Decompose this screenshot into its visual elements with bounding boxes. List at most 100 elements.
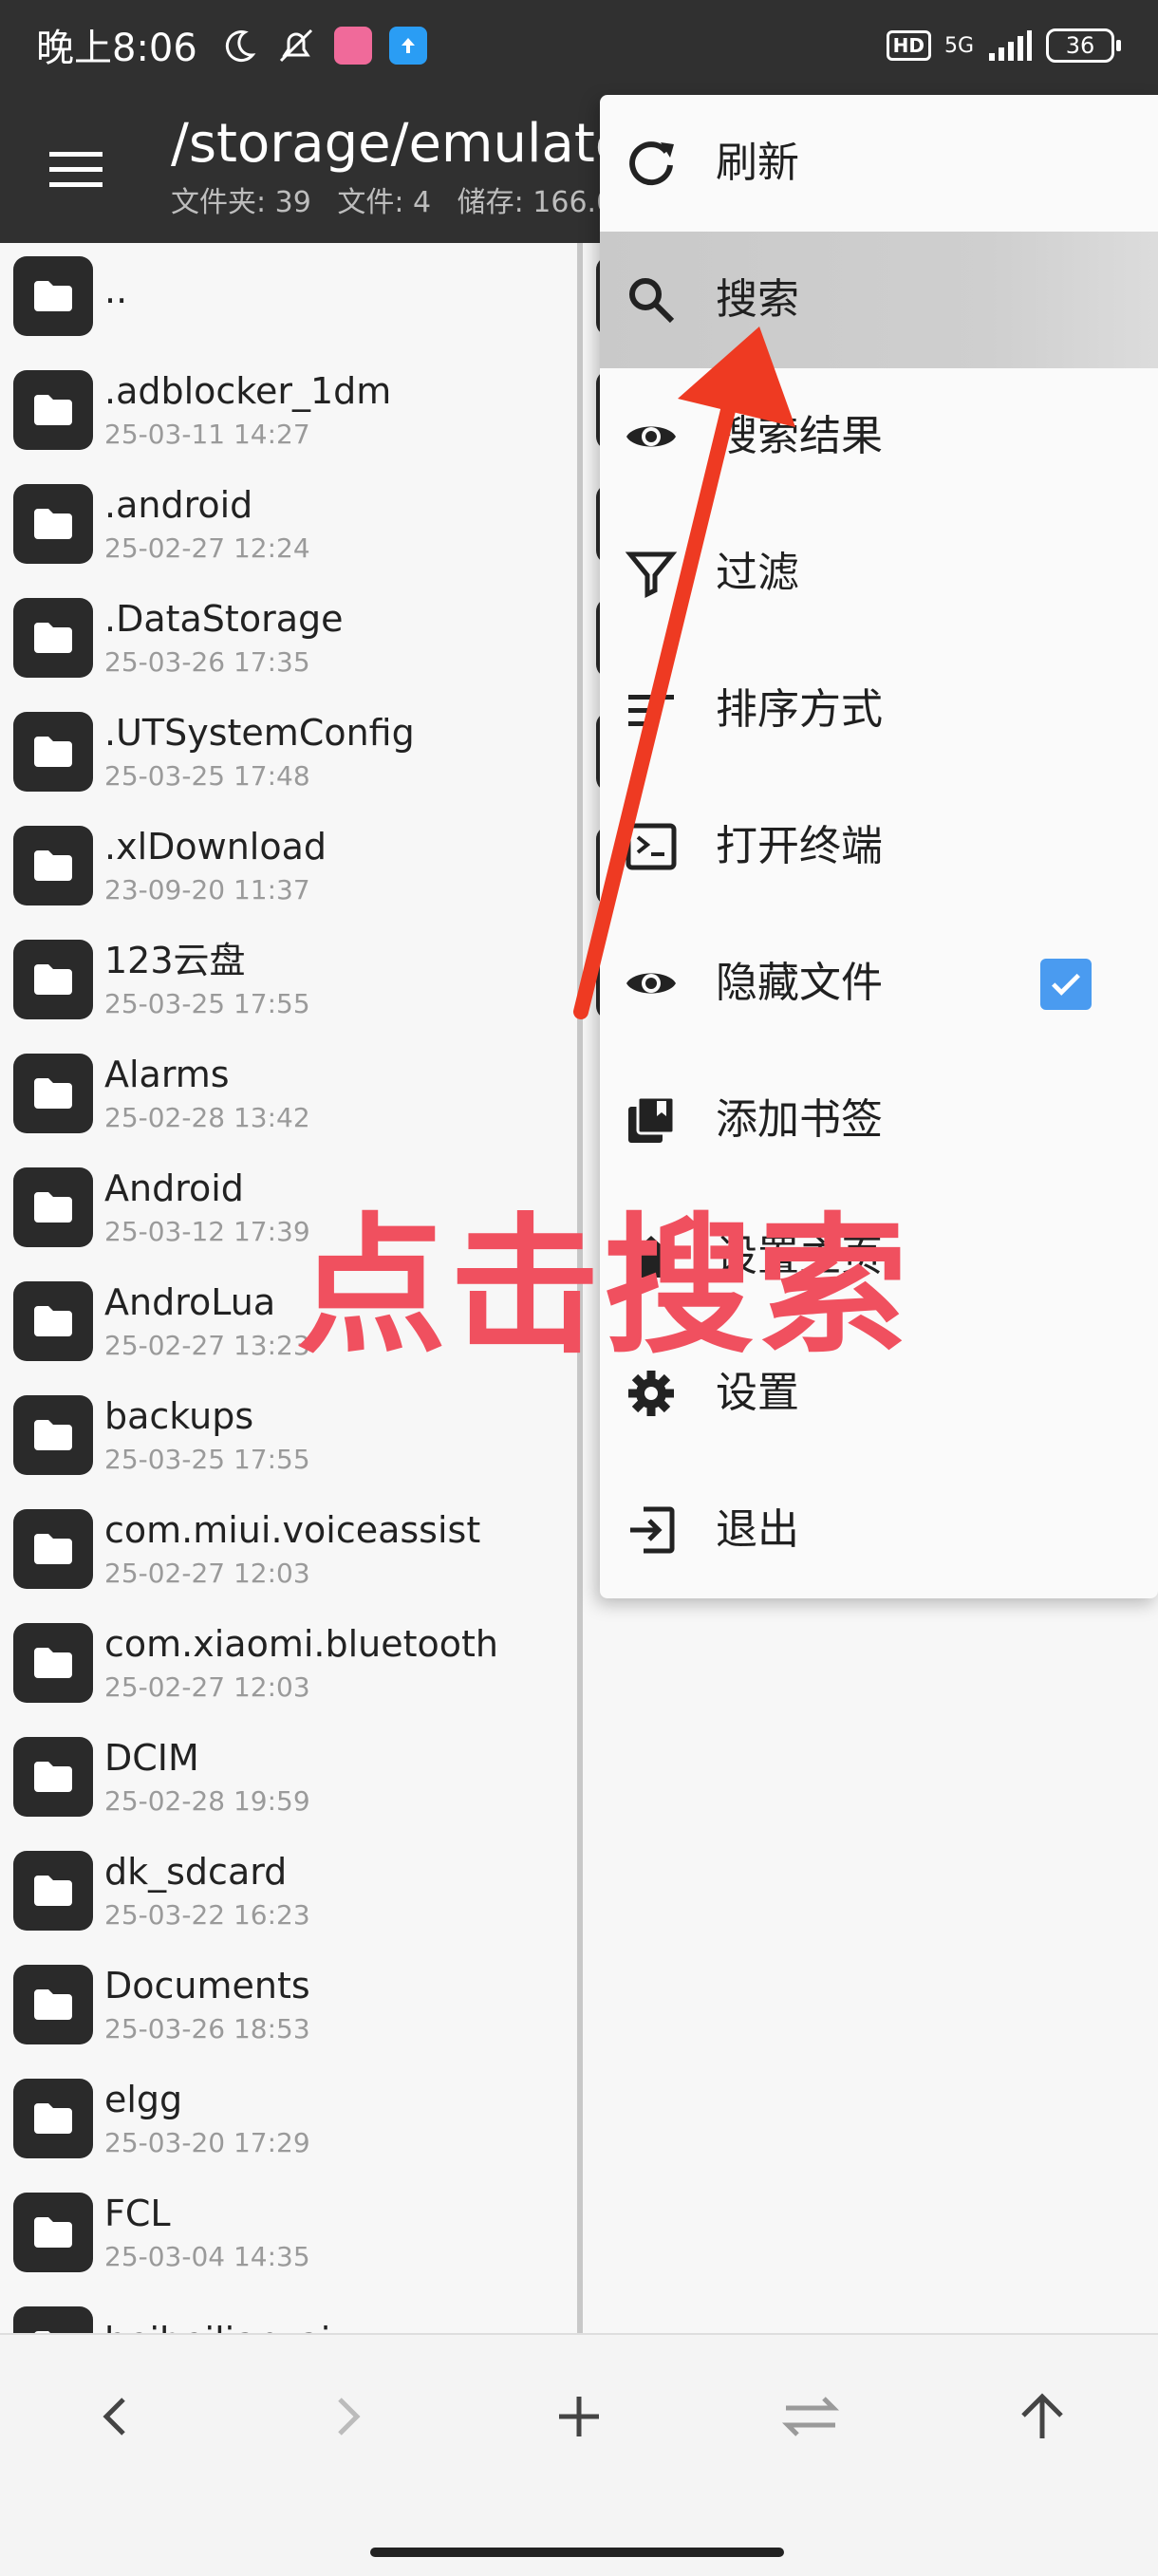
- moon-icon: [225, 30, 256, 63]
- arrow-up-icon: [1021, 2393, 1063, 2438]
- menu-item[interactable]: 搜索: [600, 232, 1158, 368]
- menu-item[interactable]: 添加书签: [600, 1052, 1158, 1188]
- file-date: 25-02-28 19:59: [104, 1785, 310, 1817]
- bilibili-app-icon: [334, 27, 372, 65]
- file-name: com.xiaomi.bluetooth: [104, 1623, 498, 1665]
- file-list-item[interactable]: FCL 25-03-04 14:35: [0, 2179, 577, 2293]
- file-date: 25-03-20 17:29: [104, 2127, 310, 2158]
- file-list-item[interactable]: com.miui.voiceassist 25-02-27 12:03: [0, 1496, 577, 1610]
- current-path: /storage/emulated: [171, 113, 662, 175]
- file-name: ..: [104, 270, 128, 311]
- file-date: 25-02-27 12:03: [104, 1671, 310, 1703]
- file-list-item[interactable]: 123云盘 25-03-25 17:55: [0, 926, 577, 1040]
- file-list-item[interactable]: DCIM 25-02-28 19:59: [0, 1724, 577, 1838]
- hd-badge: HD: [886, 30, 931, 61]
- bookmark-icon: [625, 1093, 678, 1147]
- storage-size: 储存: 166.0: [457, 186, 615, 219]
- file-date: 25-03-12 17:39: [104, 1216, 310, 1247]
- exit-icon: [625, 1503, 678, 1557]
- file-name: AndroLua: [104, 1281, 276, 1323]
- folder-count: 文件夹: 39: [171, 186, 311, 219]
- menu-item[interactable]: 打开终端: [600, 778, 1158, 915]
- chevron-right-icon: [338, 2398, 361, 2436]
- file-date: 25-03-04 14:35: [104, 2241, 310, 2272]
- menu-item[interactable]: 退出: [600, 1462, 1158, 1598]
- file-list-item[interactable]: .UTSystemConfig 25-03-25 17:48: [0, 699, 577, 812]
- annotation-text: 点击搜索: [296, 1200, 911, 1374]
- menu-item-label: 过滤: [716, 549, 799, 597]
- plus-icon: [559, 2397, 599, 2436]
- folder-icon: [13, 484, 93, 564]
- file-list-item[interactable]: heibeilianzai: [0, 2293, 577, 2333]
- file-name: backups: [104, 1395, 254, 1437]
- folder-icon: [13, 1851, 93, 1931]
- folder-icon: [13, 1623, 93, 1703]
- file-date: 25-02-27 13:23: [104, 1330, 310, 1361]
- menu-item[interactable]: 过滤: [600, 505, 1158, 642]
- file-name: dk_sdcard: [104, 1851, 288, 1893]
- menu-item-label: 打开终端: [716, 822, 883, 870]
- file-name: .DataStorage: [104, 598, 344, 640]
- sort-icon: [625, 683, 678, 737]
- file-list-item[interactable]: .android 25-02-27 12:24: [0, 471, 577, 585]
- file-list-item[interactable]: dk_sdcard 25-03-22 16:23: [0, 1838, 577, 1951]
- up-button[interactable]: [1004, 2379, 1080, 2455]
- file-name: heibeilianzai: [104, 2318, 330, 2333]
- file-date: 25-03-26 17:35: [104, 646, 310, 678]
- file-list-item[interactable]: com.xiaomi.bluetooth 25-02-27 12:03: [0, 1610, 577, 1724]
- file-list-item[interactable]: .xlDownload 23-09-20 11:37: [0, 812, 577, 926]
- menu-item-label: 刷新: [716, 139, 799, 187]
- file-name: FCL: [104, 2193, 171, 2234]
- menu-item[interactable]: 搜索结果: [600, 368, 1158, 505]
- folder-icon: [13, 370, 93, 450]
- folder-icon: [13, 1167, 93, 1247]
- menu-item-label: 搜索: [716, 275, 799, 324]
- file-name: Documents: [104, 1965, 310, 2007]
- menu-item[interactable]: 刷新: [600, 95, 1158, 232]
- status-bar: 晚上8:06 HD 5G 36: [0, 0, 1158, 95]
- file-date: 25-02-27 12:24: [104, 532, 310, 564]
- mute-icon: [279, 28, 313, 63]
- battery-indicator: 36: [1046, 28, 1121, 63]
- menu-item-label: 排序方式: [716, 685, 883, 734]
- gear-icon: [625, 1367, 678, 1420]
- file-date: 25-03-26 18:53: [104, 2013, 310, 2044]
- filter-icon: [625, 547, 678, 600]
- file-list-item[interactable]: ..: [0, 243, 577, 357]
- file-name: com.miui.voiceassist: [104, 1509, 481, 1551]
- eye-icon: [625, 410, 678, 463]
- folder-icon: [13, 2193, 93, 2272]
- home-indicator[interactable]: [370, 2548, 784, 2557]
- menu-item-label: 退出: [716, 1505, 799, 1554]
- network-label: 5G: [943, 33, 974, 58]
- folder-icon: [13, 712, 93, 792]
- file-list-item[interactable]: backups 25-03-25 17:55: [0, 1382, 577, 1496]
- file-list-item[interactable]: .adblocker_1dm 25-03-11 14:27: [0, 357, 577, 471]
- add-button[interactable]: [541, 2379, 617, 2455]
- hidden-files-checkbox[interactable]: [1040, 959, 1092, 1010]
- menu-item-label: 设置: [716, 1369, 799, 1417]
- folder-icon: [13, 256, 93, 336]
- menu-item[interactable]: 隐藏文件: [600, 915, 1158, 1052]
- file-date: 25-03-25 17:48: [104, 760, 310, 792]
- forward-button[interactable]: [309, 2379, 385, 2455]
- upload-app-icon: [389, 27, 427, 65]
- file-name: DCIM: [104, 1737, 199, 1779]
- file-name: .xlDownload: [104, 826, 327, 868]
- file-list-item[interactable]: Alarms 25-02-28 13:42: [0, 1040, 577, 1154]
- swap-panes-button[interactable]: [773, 2379, 849, 2455]
- file-date: 25-03-25 17:55: [104, 988, 310, 1019]
- folder-icon: [13, 2306, 93, 2333]
- folder-icon: [13, 2079, 93, 2158]
- file-date: 25-02-27 12:03: [104, 1558, 310, 1589]
- folder-icon: [13, 1509, 93, 1589]
- menu-item-label: 隐藏文件: [716, 959, 883, 1007]
- file-list-item[interactable]: .DataStorage 25-03-26 17:35: [0, 585, 577, 699]
- file-date: 25-03-25 17:55: [104, 1444, 310, 1475]
- file-list-item[interactable]: elgg 25-03-20 17:29: [0, 2065, 577, 2179]
- menu-icon[interactable]: [46, 139, 106, 199]
- menu-item[interactable]: 排序方式: [600, 642, 1158, 778]
- file-list-item[interactable]: Documents 25-03-26 18:53: [0, 1951, 577, 2065]
- back-button[interactable]: [78, 2379, 154, 2455]
- terminal-icon: [625, 820, 678, 873]
